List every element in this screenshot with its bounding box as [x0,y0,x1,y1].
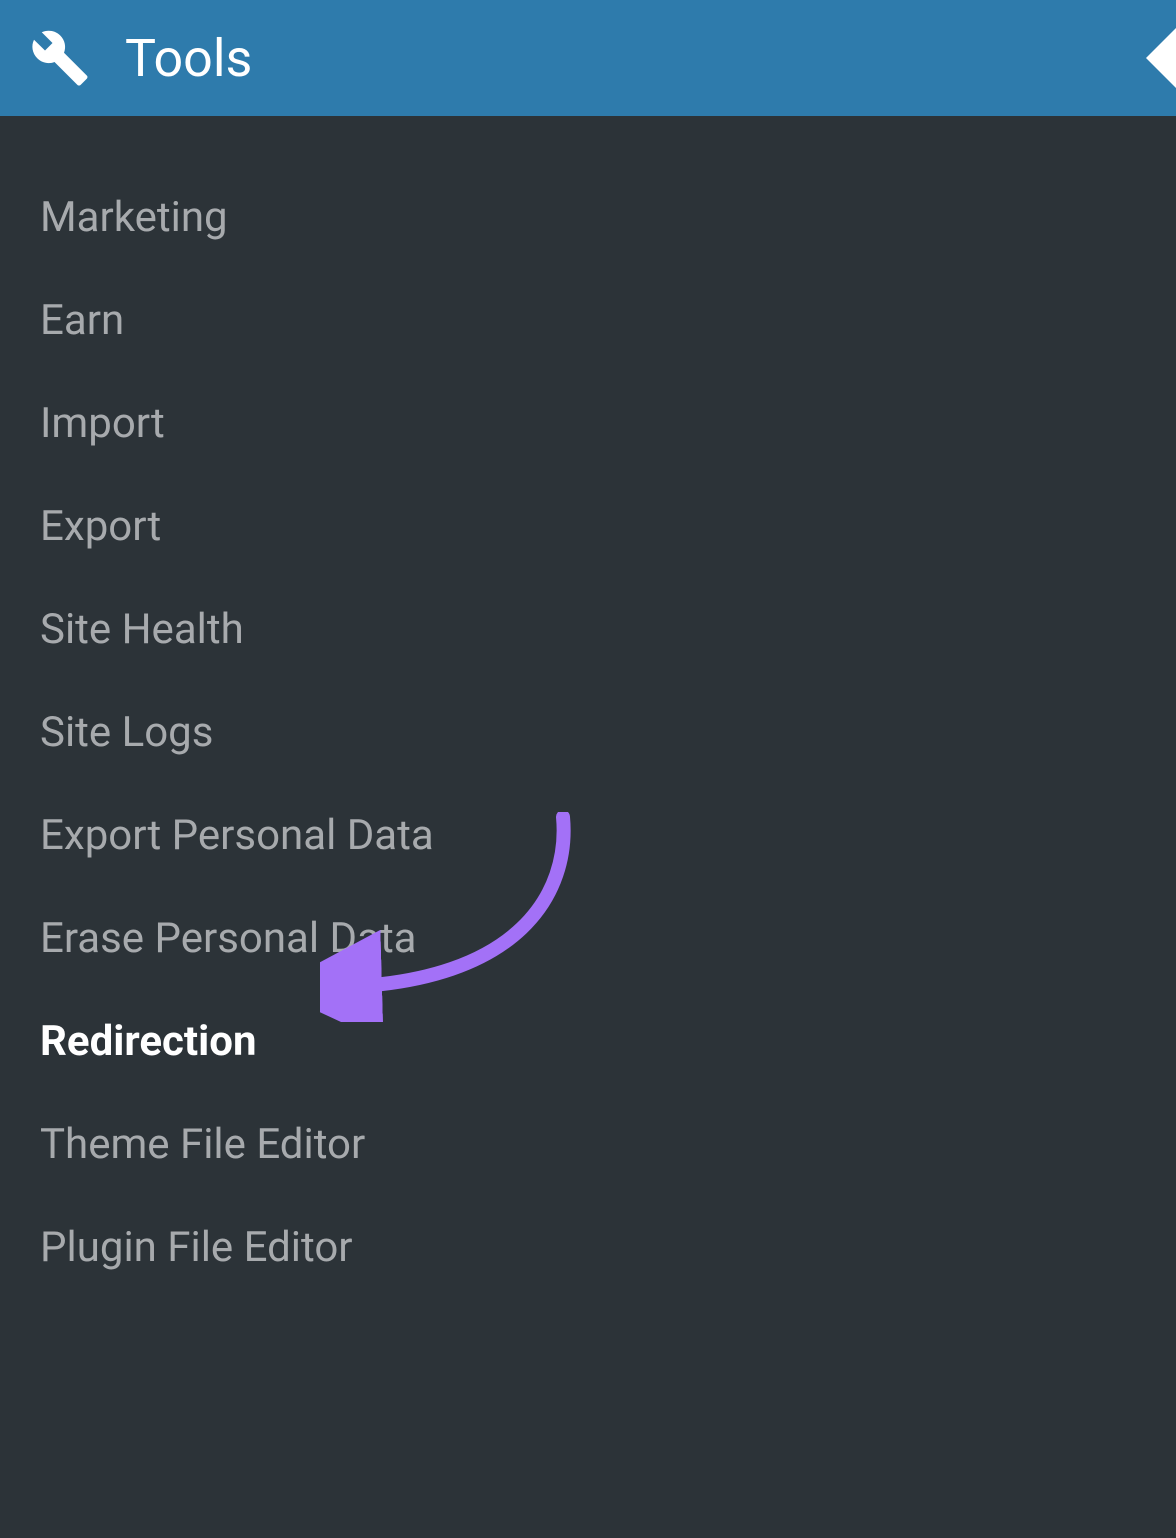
submenu-item-plugin-file-editor[interactable]: Plugin File Editor [40,1196,1176,1299]
submenu-item-theme-file-editor[interactable]: Theme File Editor [40,1093,1176,1196]
tools-submenu: Marketing Earn Import Export Site Health… [0,116,1176,1299]
submenu-item-export-personal-data[interactable]: Export Personal Data [40,784,1176,887]
submenu-item-import[interactable]: Import [40,372,1176,475]
submenu-item-erase-personal-data[interactable]: Erase Personal Data [40,887,1176,990]
tools-header[interactable]: Tools [0,0,1176,116]
active-menu-notch [1146,28,1176,88]
submenu-item-export[interactable]: Export [40,475,1176,578]
submenu-item-earn[interactable]: Earn [40,269,1176,372]
wrench-icon [30,28,90,88]
header-title: Tools [125,28,252,89]
submenu-item-redirection[interactable]: Redirection [40,990,1176,1093]
submenu-item-site-logs[interactable]: Site Logs [40,681,1176,784]
submenu-item-site-health[interactable]: Site Health [40,578,1176,681]
submenu-item-marketing[interactable]: Marketing [40,166,1176,269]
